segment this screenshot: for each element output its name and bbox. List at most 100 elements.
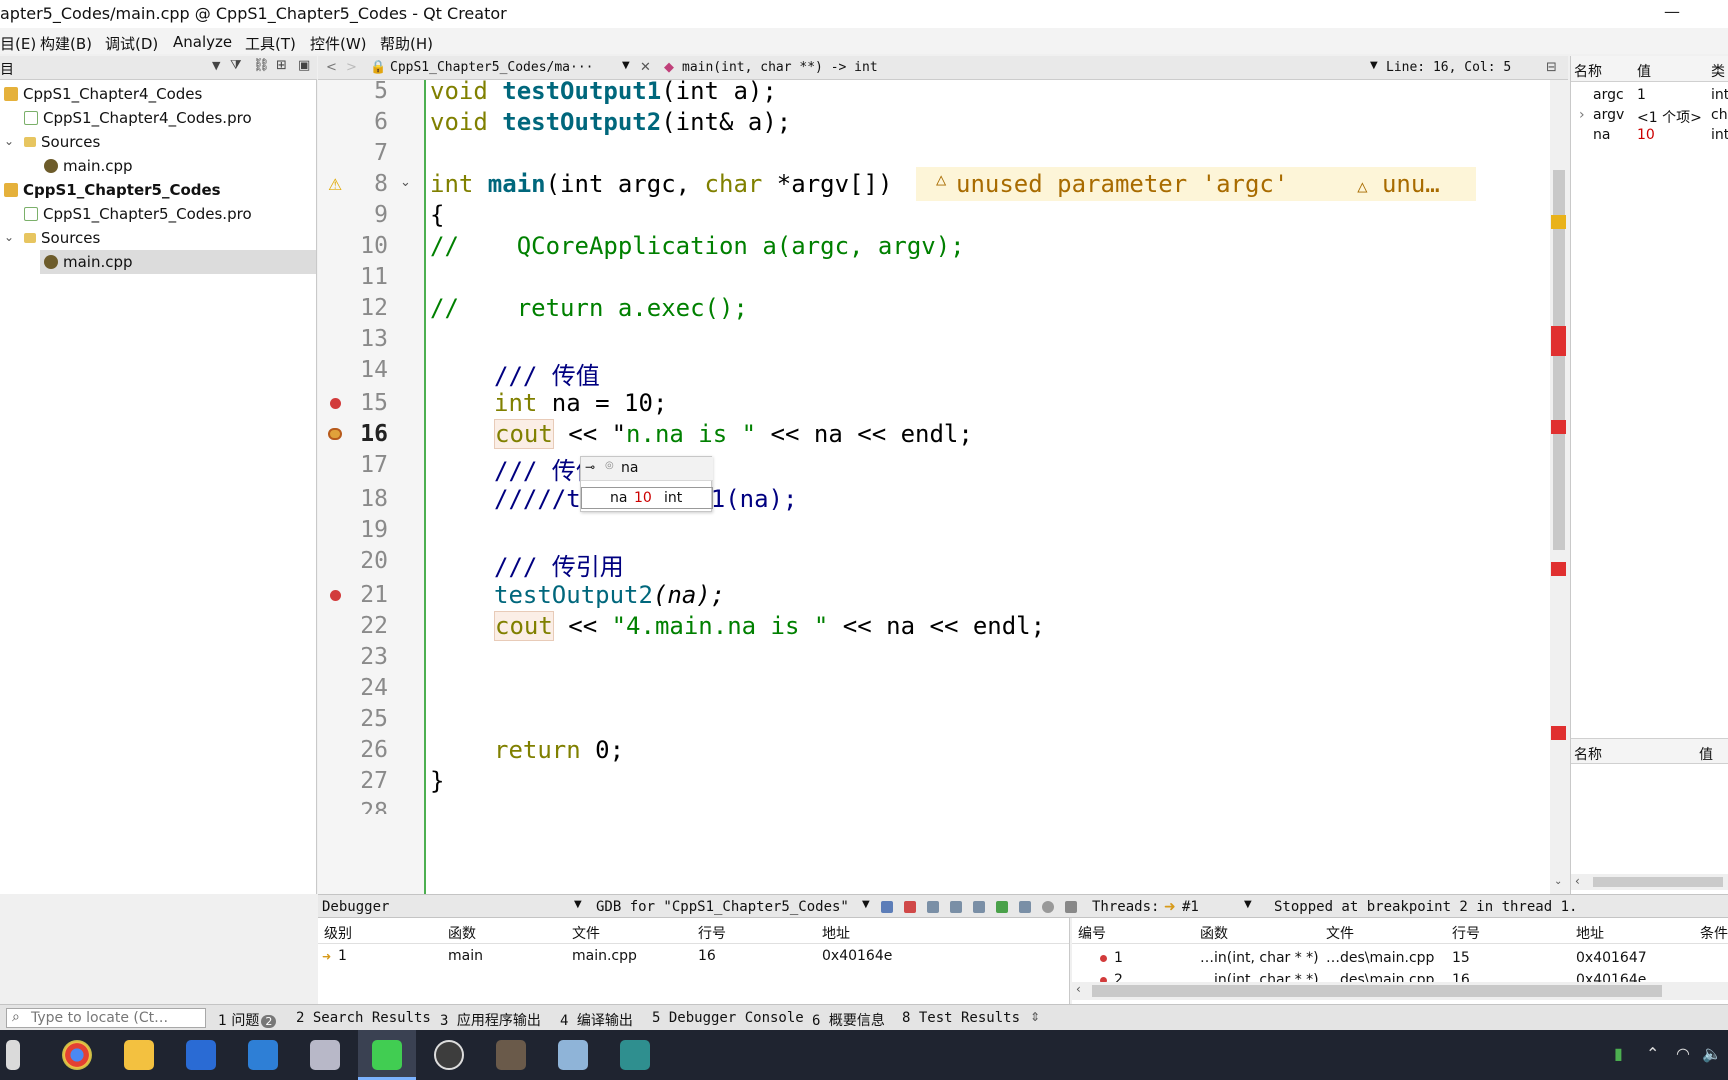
forward-arrow-icon[interactable]: > bbox=[346, 60, 357, 75]
word-icon[interactable] bbox=[186, 1040, 216, 1070]
debugger-view-combo[interactable]: Debugger bbox=[322, 899, 389, 915]
code-line[interactable]: 17 /// 传值 bbox=[318, 448, 1550, 485]
restart-icon[interactable] bbox=[996, 901, 1008, 913]
breakpoint-marker[interactable] bbox=[1551, 726, 1566, 740]
column-number[interactable]: 编号 bbox=[1078, 923, 1106, 943]
menu-edit[interactable]: 目(E) bbox=[0, 33, 36, 54]
code-line[interactable]: 23 bbox=[318, 640, 1550, 674]
code-line[interactable]: 26 return 0; bbox=[318, 733, 1550, 767]
game-icon[interactable] bbox=[496, 1040, 526, 1070]
scroll-left-icon[interactable]: ‹ bbox=[1076, 982, 1081, 996]
stop-icon[interactable] bbox=[904, 901, 916, 913]
locals-hscrollbar[interactable]: ‹ bbox=[1571, 874, 1728, 890]
code-line[interactable]: 24 bbox=[318, 671, 1550, 705]
tree-item-sources-chapter5[interactable]: Sources bbox=[24, 226, 100, 250]
view-combo-arrow-icon[interactable]: ▼ bbox=[574, 899, 582, 910]
breakpoint-row[interactable]: 1 …in(int, char * *) …des\main.cpp 15 0x… bbox=[1072, 948, 1728, 970]
terminal-icon[interactable] bbox=[620, 1040, 650, 1070]
code-line-current[interactable]: 16 cout << "n.na is " << na << endl; bbox=[318, 417, 1550, 451]
app-icon[interactable] bbox=[310, 1040, 340, 1070]
paint-icon[interactable] bbox=[558, 1040, 588, 1070]
tree-item-project-chapter5[interactable]: CppS1_Chapter5_Codes bbox=[4, 178, 221, 202]
battery-icon[interactable]: ▮ bbox=[1614, 1044, 1623, 1063]
code-line[interactable]: 19 bbox=[318, 513, 1550, 547]
scroll-left-icon[interactable]: ‹ bbox=[1575, 874, 1580, 888]
code-line[interactable]: 7 bbox=[318, 136, 1550, 170]
column-file[interactable]: 文件 bbox=[1326, 923, 1354, 943]
code-line[interactable]: 11 bbox=[318, 260, 1550, 294]
tab-issues[interactable]: 1 问题 2 bbox=[218, 1010, 277, 1030]
column-function[interactable]: 函数 bbox=[448, 923, 476, 943]
code-line[interactable]: 21 testOutput2(na); bbox=[318, 578, 1550, 612]
column-line[interactable]: 行号 bbox=[698, 923, 726, 943]
step-out-icon[interactable] bbox=[973, 901, 985, 913]
fold-arrow-icon[interactable]: ⌄ bbox=[400, 175, 411, 190]
qt-creator-icon[interactable] bbox=[372, 1040, 402, 1070]
scrollbar-thumb[interactable] bbox=[1092, 985, 1662, 997]
code-line[interactable]: 14 /// 传值 bbox=[318, 353, 1550, 390]
breakpoint-marker[interactable] bbox=[1551, 562, 1566, 576]
column-function[interactable]: 函数 bbox=[1200, 923, 1228, 943]
code-line[interactable]: 20 /// 传引用 bbox=[318, 544, 1550, 581]
column-level[interactable]: 级别 bbox=[324, 923, 352, 943]
obs-icon[interactable] bbox=[434, 1040, 464, 1070]
continue-icon[interactable] bbox=[881, 901, 893, 913]
step-over-icon[interactable] bbox=[927, 901, 939, 913]
code-line[interactable]: ⚠ 8 ⌄ int main(int argc, char *argv[]) △… bbox=[318, 167, 1550, 201]
code-line[interactable]: 27 } bbox=[318, 764, 1550, 798]
tab-test-results[interactable]: 8 Test Results bbox=[902, 1010, 1020, 1026]
column-file[interactable]: 文件 bbox=[572, 923, 600, 943]
close-file-icon[interactable]: ✕ bbox=[640, 60, 651, 75]
engine-combo-arrow-icon[interactable]: ▼ bbox=[862, 899, 870, 910]
link-icon[interactable]: ⛓ bbox=[253, 58, 270, 73]
tree-item-sources-chapter4[interactable]: Sources bbox=[24, 130, 100, 154]
code-line[interactable]: 25 bbox=[318, 702, 1550, 736]
expand-arrow-icon[interactable]: ⌄ bbox=[4, 134, 14, 148]
code-line[interactable]: 9 { bbox=[318, 198, 1550, 232]
menu-help[interactable]: 帮助(H) bbox=[380, 33, 433, 54]
volume-icon[interactable]: 🔈 bbox=[1702, 1044, 1722, 1063]
debugger-engine-combo[interactable]: GDB for "CppS1_Chapter5_Codes" bbox=[596, 899, 849, 915]
local-var-row[interactable]: › argv <1 个项> ch bbox=[1571, 106, 1728, 126]
breakpoint-marker[interactable] bbox=[1551, 326, 1566, 356]
more-tabs-icon[interactable]: ⇕ bbox=[1030, 1010, 1040, 1024]
column-name[interactable]: 名称 bbox=[1574, 61, 1602, 81]
code-line[interactable]: 10 // QCoreApplication a(argc, argv); bbox=[318, 229, 1550, 263]
warning-marker[interactable] bbox=[1551, 215, 1566, 229]
tab-application-output[interactable]: 3 应用程序输出 bbox=[440, 1010, 541, 1030]
tree-item-main-chapter5[interactable]: main.cpp bbox=[40, 250, 316, 274]
chrome-icon[interactable] bbox=[62, 1040, 92, 1070]
wifi-icon[interactable]: ◠ bbox=[1676, 1044, 1690, 1063]
column-address[interactable]: 地址 bbox=[1576, 923, 1604, 943]
snapshot-icon[interactable] bbox=[1065, 901, 1077, 913]
tree-item-pro-chapter5[interactable]: CppS1_Chapter5_Codes.pro bbox=[24, 202, 252, 226]
split-editor-icon[interactable]: ⊟ bbox=[1546, 60, 1557, 75]
symbol-combo[interactable]: main(int, char **) -> int bbox=[682, 60, 878, 75]
column-condition[interactable]: 条件 bbox=[1700, 923, 1728, 943]
breakpoints-hscrollbar[interactable]: ‹ bbox=[1072, 982, 1728, 1000]
column-address[interactable]: 地址 bbox=[822, 923, 850, 943]
thread-combo-arrow-icon[interactable]: ▼ bbox=[1244, 899, 1252, 910]
scroll-down-icon[interactable]: ⌄ bbox=[1554, 876, 1562, 887]
code-line[interactable]: 13 bbox=[318, 322, 1550, 356]
code-line[interactable]: 15 int na = 10; bbox=[318, 386, 1550, 420]
local-var-row[interactable]: na 10 int bbox=[1571, 126, 1728, 146]
tree-item-project-chapter4[interactable]: CppS1_Chapter4_Codes bbox=[4, 82, 202, 106]
view-combo-arrow-icon[interactable]: ▼ bbox=[212, 59, 220, 72]
symbol-combo-arrow-icon[interactable]: ▼ bbox=[1370, 60, 1378, 71]
menu-analyze[interactable]: Analyze bbox=[173, 33, 232, 51]
file-explorer-icon[interactable] bbox=[124, 1040, 154, 1070]
locator-input[interactable]: ⌕ Type to locate (Ct… bbox=[6, 1008, 206, 1028]
minimize-button[interactable]: — bbox=[1664, 2, 1680, 21]
split-icon[interactable]: ⊞ bbox=[276, 58, 287, 73]
projects-view-label[interactable]: 目 bbox=[0, 59, 14, 79]
menu-build[interactable]: 构建(B) bbox=[40, 33, 92, 54]
tab-compile-output[interactable]: 4 编译输出 bbox=[560, 1010, 633, 1030]
tooltip-value-row[interactable]: na 10 int bbox=[581, 487, 713, 509]
tray-expand-icon[interactable]: ⌃ bbox=[1646, 1044, 1659, 1063]
menu-controls[interactable]: 控件(W) bbox=[310, 33, 367, 54]
tab-search-results[interactable]: 2 Search Results bbox=[296, 1010, 431, 1026]
mail-icon[interactable] bbox=[248, 1040, 278, 1070]
column-line[interactable]: 行号 bbox=[1452, 923, 1480, 943]
column-type[interactable]: 类 bbox=[1711, 61, 1725, 81]
